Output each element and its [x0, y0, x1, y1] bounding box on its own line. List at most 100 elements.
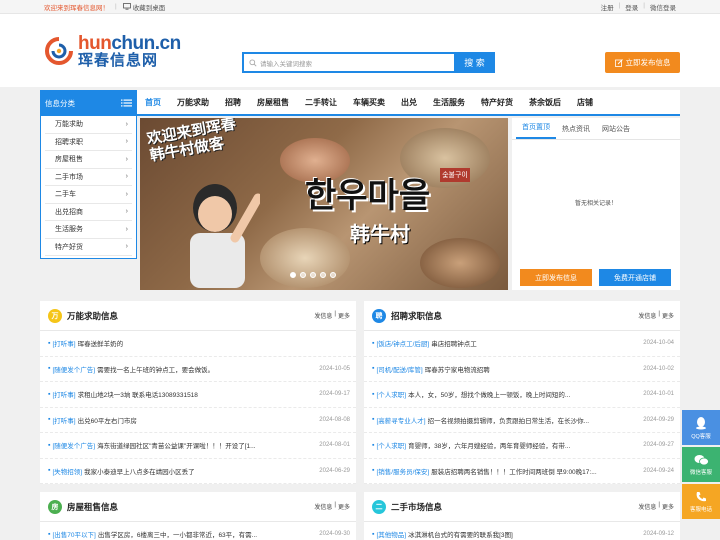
wechat-service-button[interactable]: 微信客服 — [682, 447, 720, 482]
carousel-dot[interactable] — [320, 272, 326, 278]
market-icon: 二 — [372, 499, 386, 514]
logo-mark-icon — [45, 36, 73, 65]
list-item[interactable]: ▪ [失物招领] 我家小泰迪早上八点多在靖园小区丢了 2024-06-29 — [40, 459, 356, 484]
chevron-right-icon: › — [125, 243, 128, 251]
search-button[interactable]: 搜 索 — [454, 52, 495, 73]
qq-service-button[interactable]: QQ客服 — [682, 410, 720, 445]
banner-carousel[interactable]: 欢迎来到珲春 韩牛村做客 한우마을 韩牛村 숯불구이 — [140, 118, 508, 290]
site-header: hunchun.cn 珲春信息网 请输入关键词搜索 搜 索 立即发布信息 — [0, 14, 720, 87]
list-item[interactable]: ▪ [司机/配送/库管] 珲春苏宁家电物流招聘 2024-10-02 — [364, 357, 680, 382]
chevron-right-icon: › — [125, 225, 128, 233]
nav-specialties[interactable]: 特产好货 — [473, 97, 521, 108]
carousel-dot[interactable] — [300, 272, 306, 278]
monitor-icon — [122, 3, 131, 10]
category-item[interactable]: 二手车 › — [45, 186, 132, 204]
wechat-login-link[interactable]: 微信登录 — [650, 2, 676, 12]
nav-housing[interactable]: 房屋租售 — [249, 97, 297, 108]
nav-links: 首页 万能求助 招聘 房屋租售 二手转让 车辆买卖 出兑 生活服务 特产好货 茶… — [137, 90, 680, 116]
list-item[interactable]: ▪ [饭店/钟点工/后厨] 串店招聘钟点工 2024-10-04 — [364, 331, 680, 357]
post-link[interactable]: 发信息 — [314, 311, 332, 320]
login-link[interactable]: 登录 — [625, 2, 638, 12]
help-panel: 万万能求助信息 发信息 | 更多 ▪ [打听事] 珲春送鲜羊奶的 ▪ [随便发个广告] 需要… — [40, 301, 356, 484]
register-link[interactable]: 注册 — [601, 2, 614, 12]
phone-icon — [696, 491, 706, 501]
more-link[interactable]: 更多 — [662, 311, 674, 320]
tab-hot-news[interactable]: 热点资讯 — [556, 124, 596, 139]
carousel-dot[interactable] — [330, 272, 336, 278]
chevron-right-icon: › — [125, 190, 128, 198]
site-logo[interactable]: hunchun.cn 珲春信息网 — [44, 34, 244, 68]
category-item[interactable]: 特产好货 › — [45, 239, 132, 256]
category-item[interactable]: 招聘求职 › — [45, 134, 132, 151]
list-item[interactable]: ▪ [个人求职] 本人，女，50岁，想找个做晚上一顿饭，晚上时间短的... 2024-… — [364, 382, 680, 408]
welcome-text: 欢迎来到珲春信息网！ — [44, 4, 109, 12]
jobs-icon: 聘 — [372, 308, 386, 323]
food-plate — [420, 238, 500, 288]
empty-message: 暂无相关记录！ — [574, 201, 617, 207]
banner-chinese-title: 韩牛村 — [350, 224, 410, 246]
post-info-button-secondary[interactable]: 立即发布信息 — [520, 269, 592, 286]
carousel-dot[interactable] — [290, 272, 296, 278]
list-item[interactable]: ▪ [打听事] 珲春送鲜羊奶的 — [40, 331, 356, 357]
post-link[interactable]: 发信息 — [638, 311, 656, 320]
chevron-right-icon: › — [125, 138, 128, 146]
logo-chinese-name: 珲春信息网 — [78, 51, 159, 69]
search-icon — [249, 59, 257, 67]
chevron-right-icon: › — [125, 208, 128, 216]
nav-life-services[interactable]: 生活服务 — [425, 97, 473, 108]
nav-home[interactable]: 首页 — [137, 97, 169, 108]
housing-panel: 房房屋租售信息 发信息 | 更多 ▪ [出售70平以下] 出售学区房，6楼离三中，一小都… — [40, 492, 356, 540]
banner-sign: 숯불구이 — [440, 168, 470, 182]
list-item[interactable]: ▪ [其他物品] 冰淇淋机台式的有需要的联系我[3图] 2024-09-12 — [364, 522, 680, 540]
open-shop-button[interactable]: 免费开通店铺 — [599, 269, 671, 286]
wechat-icon — [694, 454, 709, 465]
category-item[interactable]: 房屋租售 › — [45, 151, 132, 169]
nav-secondhand[interactable]: 二手转让 — [297, 97, 345, 108]
nav-transfer[interactable]: 出兑 — [393, 97, 425, 108]
search-box: 请输入关键词搜索 搜 索 — [242, 52, 495, 73]
add-to-desktop-link[interactable]: 收藏到桌面 — [122, 2, 165, 12]
tab-announcements[interactable]: 网站公告 — [596, 124, 636, 139]
category-item[interactable]: 出兑招商 › — [45, 204, 132, 221]
list-item[interactable]: ▪ [高薪寻专业人才] 招一名视频拍摄剪辑师，负责跟拍日常生活，在长沙你... 202… — [364, 408, 680, 433]
list-item[interactable]: ▪ [销售/服务员/保安] 服装店招聘两名销售！！！工作时间两班倒 早9:00晚17… — [364, 459, 680, 484]
more-link[interactable]: 更多 — [338, 311, 350, 320]
top-bar: 欢迎来到珲春信息网！ | 收藏到桌面 注册 | 登录 | 微信登录 — [0, 0, 720, 14]
nav-vehicles[interactable]: 车辆买卖 — [345, 97, 393, 108]
nav-shops[interactable]: 店铺 — [569, 97, 601, 108]
list-item[interactable]: ▪ [打听事] 出兑60平左右门市房 2024-08-08 — [40, 408, 356, 433]
carousel-dots — [290, 272, 336, 278]
list-item[interactable]: ▪ [随便发个广告] 需要找一名上午班的钟点工，要会做饭。 2024-10-05 — [40, 357, 356, 382]
person-photo — [190, 184, 260, 288]
post-link[interactable]: 发信息 — [314, 502, 332, 511]
list-item[interactable]: ▪ [打听事] 求租山地2块一3垧 联系电话13089331518 2024-09-1… — [40, 382, 356, 408]
qq-icon — [696, 416, 706, 429]
list-item[interactable]: ▪ [个人求职] 育婴师，38岁，六年月嫂经验，两年育婴师经验，有带... 2024-… — [364, 433, 680, 459]
list-item[interactable]: ▪ [出售70平以下] 出售学区房，6楼离三中，一小都非常近，63平，有需... 20… — [40, 522, 356, 540]
more-link[interactable]: 更多 — [662, 502, 674, 511]
food-plate — [260, 228, 350, 288]
edit-icon — [614, 58, 623, 67]
post-link[interactable]: 发信息 — [638, 502, 656, 511]
help-icon: 万 — [48, 308, 62, 323]
list-icon — [121, 99, 132, 107]
list-item[interactable]: ▪ [随便发个广告] 海东街道绿园社区"青苗公益课"开课啦！！！开设了[1... 20… — [40, 433, 356, 459]
tab-pinned[interactable]: 首页置顶 — [516, 122, 556, 139]
category-item[interactable]: 二手市场 › — [45, 169, 132, 186]
category-item[interactable]: 生活服务 › — [45, 221, 132, 239]
nav-help[interactable]: 万能求助 — [169, 97, 217, 108]
category-item[interactable]: 万能求助 › — [45, 116, 132, 134]
banner-korean-title: 한우마을 — [305, 177, 431, 215]
housing-icon: 房 — [48, 499, 62, 514]
search-input[interactable]: 请输入关键词搜索 — [242, 52, 454, 73]
nav-jobs[interactable]: 招聘 — [217, 97, 249, 108]
nav-leisure[interactable]: 茶余饭后 — [521, 97, 569, 108]
banner-caption: 欢迎来到珲春 韩牛村做客 — [145, 118, 238, 165]
post-info-button[interactable]: 立即发布信息 — [605, 52, 680, 73]
carousel-dot[interactable] — [310, 272, 316, 278]
more-link[interactable]: 更多 — [338, 502, 350, 511]
category-list: 万能求助 › 招聘求职 › 房屋租售 › 二手市场 › 二手车 › 出兑招商 › 生活服务 ›… — [40, 116, 137, 259]
category-header[interactable]: 信息分类 — [40, 90, 137, 116]
phone-service-button[interactable]: 客服电话 — [682, 484, 720, 519]
market-panel: 二二手市场信息 发信息 | 更多 ▪ [其他物品] 冰淇淋机台式的有需要的联系我[3图]… — [364, 492, 680, 540]
